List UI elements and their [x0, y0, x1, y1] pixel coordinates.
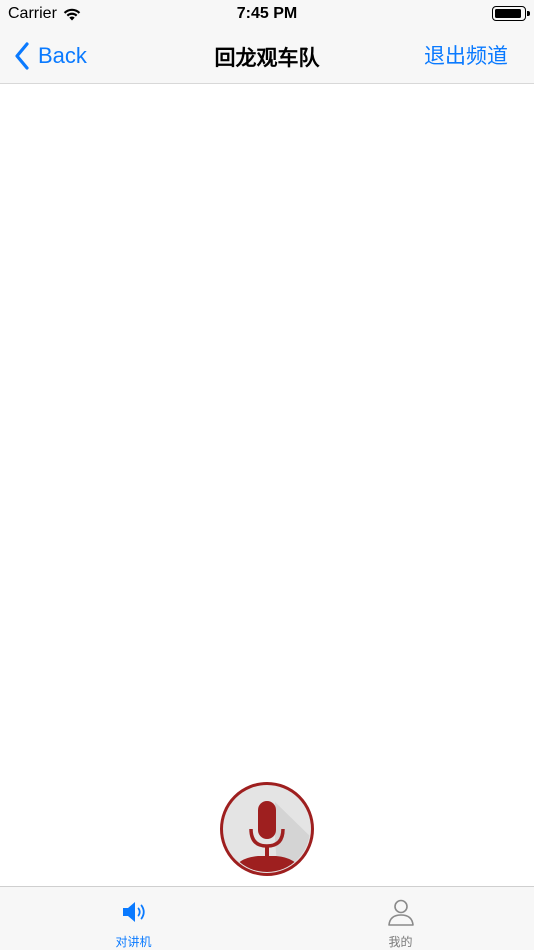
speaker-icon — [122, 902, 145, 922]
tab-profile[interactable]: 我的 — [267, 887, 534, 950]
exit-channel-button[interactable]: 退出频道 — [424, 40, 508, 70]
tab-walkie-talkie[interactable]: 对讲机 — [0, 887, 267, 950]
content-area — [0, 84, 534, 886]
person-icon — [387, 899, 414, 926]
tab-label: 对讲机 — [115, 935, 152, 949]
back-button[interactable]: Back — [14, 38, 87, 74]
back-label: Back — [38, 43, 87, 68]
battery-icon — [492, 6, 530, 21]
navigation-bar: Back 回龙观车队 退出频道 — [0, 28, 534, 84]
tab-label: 我的 — [388, 935, 413, 949]
screen: Carrier 7:45 PM Back 回龙观车队 退出频道 对讲机 我的 — [0, 0, 534, 950]
push-to-talk-button[interactable] — [220, 782, 314, 876]
status-bar: Carrier 7:45 PM — [0, 0, 534, 28]
tab-bar: 对讲机 我的 — [0, 886, 534, 950]
chevron-left-icon — [15, 42, 29, 70]
clock: 7:45 PM — [236, 5, 298, 22]
